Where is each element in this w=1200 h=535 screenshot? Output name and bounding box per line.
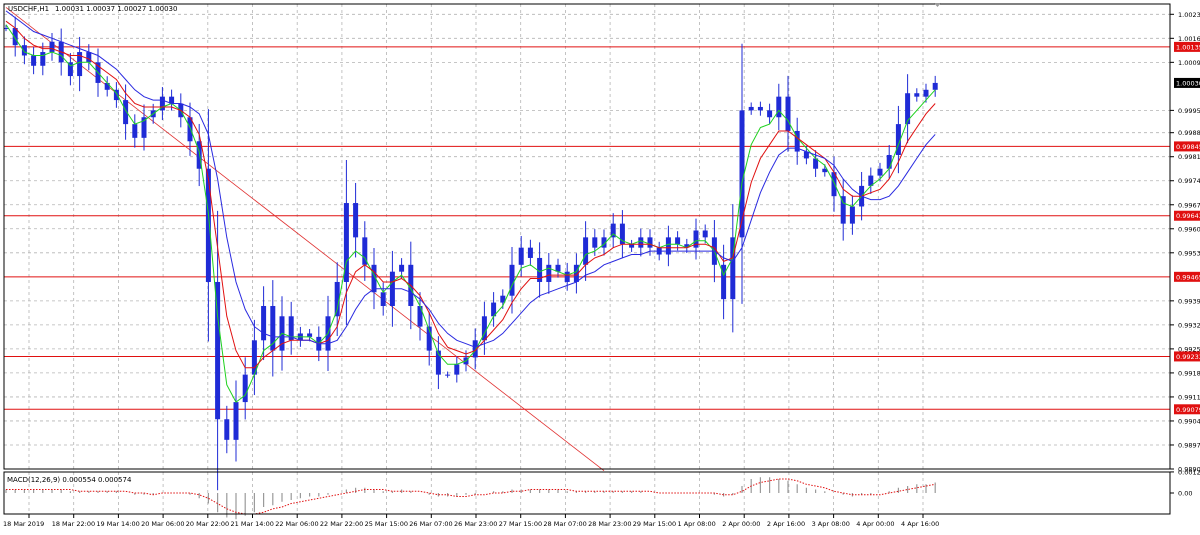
candle-body [417,305,423,327]
time-tick-label: 25 Mar 15:00 [365,520,408,528]
candle-body [629,244,635,248]
candle-body [932,82,938,90]
candle-body [564,271,570,282]
candle-body [307,333,313,337]
time-tick-label: 18 Mar 2019 [3,520,44,528]
price-tick-label: 1.00230 [1178,11,1200,19]
candle-body [546,264,552,282]
time-tick-label: 20 Mar 22:00 [186,520,229,528]
candle-body [132,124,138,138]
candle-body [233,402,239,440]
time-tick-label: 4 Apr 00:00 [856,520,894,528]
time-tick-label: 21 Mar 14:00 [231,520,274,528]
price-tick-label: 0.99185 [1178,369,1200,377]
price-tick-label: 0.99395 [1178,297,1200,305]
price-tick-label: 0.99950 [1178,107,1200,115]
macd-tick-label: 0.00 [1178,490,1192,498]
candle-body [748,106,754,111]
candle-body [205,168,211,282]
price-tick-label: 0.99045 [1178,417,1200,425]
candle-body [353,203,359,238]
candle-body [877,168,883,176]
price-tick-label: 1.00090 [1178,59,1200,67]
current-price-label: 1.00030 [1176,79,1200,87]
candle-body [215,281,221,420]
time-tick-label: 2 Apr 16:00 [767,520,805,528]
time-tick-label: 27 Mar 15:00 [499,520,542,528]
candle-body [785,96,791,131]
level-tag-label: 0.99643 [1176,212,1200,220]
level-tag-label: 0.99233 [1176,353,1200,361]
candle-body [647,237,653,248]
macd-tick-label: 0.001204 [1178,468,1200,476]
candle-body [757,106,763,111]
level-tag-label: 0.99845 [1176,143,1200,151]
price-tick-label: 0.98975 [1178,441,1200,449]
candle-body [399,264,405,272]
time-tick-label: 22 Mar 06:00 [275,520,318,528]
candle-body [21,45,27,56]
time-tick-label: 3 Apr 08:00 [812,520,850,528]
candle-body [638,237,644,248]
price-tick-label: 0.99885 [1178,129,1200,137]
candle-body [49,41,55,53]
time-tick-label: 4 Apr 16:00 [901,520,939,528]
candle-body [923,89,929,97]
candle-body [675,237,681,245]
candle-body [702,230,708,238]
level-tag-label: 0.99465 [1176,273,1200,281]
price-tick-label: 1.00160 [1178,35,1200,43]
price-tick-label: 0.99325 [1178,321,1200,329]
time-tick-label: 1 Apr 08:00 [678,520,716,528]
candle-body [886,154,892,169]
quote-values: 1.00031 1.00037 1.00027 1.00030 [55,5,177,13]
level-tag-label: 0.99079 [1176,406,1200,414]
candle-body [445,374,451,376]
time-tick-label: 20 Mar 06:00 [141,520,184,528]
time-tick-label: 26 Mar 23:00 [454,520,497,528]
candle-body [849,206,855,224]
price-tick-label: 0.99115 [1178,393,1200,401]
candle-body [583,237,589,265]
candle-body [665,237,671,255]
price-tick-label: 0.99815 [1178,153,1200,161]
macd-label: MACD(12,26,9) 0.000554 0.000574 [7,476,132,484]
price-tick-label: 0.99745 [1178,177,1200,185]
time-tick-label: 19 Mar 14:00 [96,520,139,528]
time-tick-label: 28 Mar 23:00 [588,520,631,528]
price-tick-label: 0.99535 [1178,249,1200,257]
chart-window: 1.00230 1.00160 1.00090 0.99950 0.99885 0.998… [0,0,1200,531]
time-tick-label: 28 Mar 07:00 [543,520,586,528]
candle-body [224,419,230,440]
candle-body [40,52,46,66]
time-tick-label: 22 Mar 22:00 [320,520,363,528]
time-tick-label: 2 Apr 00:00 [722,520,760,528]
candle-body [104,82,110,90]
level-tag-label: 1.00135 [1176,43,1200,51]
candle-body [592,237,598,248]
time-tick-label: 18 Mar 22:00 [52,520,95,528]
candle-body [31,55,37,66]
price-tick-label: 0.99675 [1178,201,1200,209]
time-tick-label: 29 Mar 15:00 [633,520,676,528]
candle-body [527,247,533,258]
candle-body [767,110,773,118]
candle-body [261,305,267,341]
symbol-label: USDCHF,H1 [8,5,49,13]
chart-background [0,0,1200,531]
candle-body [454,364,460,375]
candle-body [509,264,515,296]
chart-canvas: 1.00230 1.00160 1.00090 0.99950 0.99885 0.998… [0,0,1200,531]
candle-body [242,374,248,403]
candle-body [776,96,782,118]
price-tick-label: 0.99605 [1178,225,1200,233]
time-tick-label: 26 Mar 07:00 [409,520,452,528]
candle-body [518,247,524,265]
candle-body [123,100,129,125]
candle-body [380,292,386,306]
candle-body [914,93,920,97]
